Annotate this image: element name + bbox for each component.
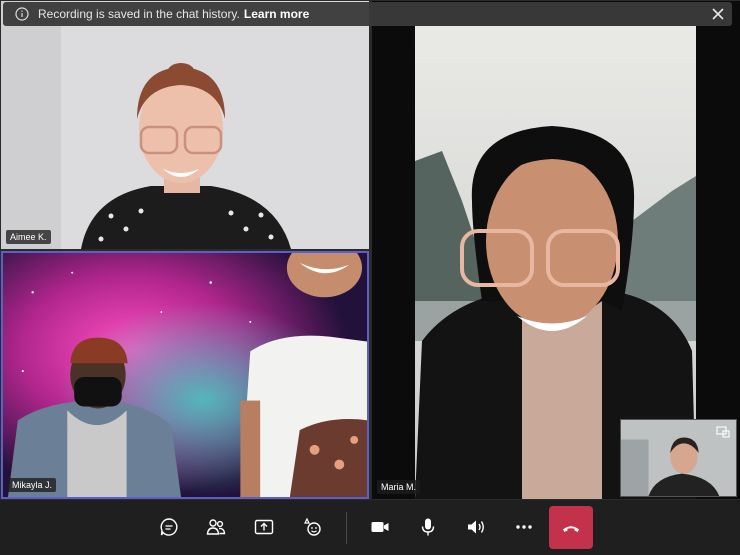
learn-more-link[interactable]: Learn more <box>244 7 309 21</box>
more-options-button[interactable] <box>510 513 538 541</box>
aimee-video-feed <box>1 1 369 249</box>
video-tile-aimee[interactable]: Aimee K. <box>1 1 369 249</box>
participant-name: Aimee K. <box>6 230 51 244</box>
chat-icon <box>160 518 178 536</box>
more-options-icon <box>516 525 532 529</box>
hang-up-icon <box>563 525 579 532</box>
hang-up-button[interactable] <box>549 506 593 549</box>
toolbar-divider <box>346 512 347 544</box>
camera-icon <box>371 522 389 532</box>
call-controls-toolbar <box>0 500 740 555</box>
info-icon <box>15 7 29 21</box>
chat-button[interactable] <box>155 513 183 541</box>
swap-view-icon[interactable] <box>716 426 730 438</box>
banner-message: Recording is saved in the chat history. <box>38 7 240 21</box>
participant-name: Mikayla J. <box>8 478 57 492</box>
reactions-button[interactable] <box>298 513 326 541</box>
speaker-icon <box>468 520 484 534</box>
close-icon[interactable] <box>710 6 726 22</box>
people-button[interactable] <box>202 513 230 541</box>
share-screen-icon <box>254 519 274 535</box>
meeting-stage: Recording is saved in the chat history. … <box>0 0 740 500</box>
recording-notification-banner: Recording is saved in the chat history. … <box>3 2 732 26</box>
self-view-tile[interactable] <box>620 419 737 497</box>
people-icon <box>206 519 226 535</box>
reactions-icon <box>304 517 321 536</box>
video-tile-mikayla[interactable]: Mikayla J. <box>1 251 369 499</box>
participant-name: Maria M. <box>377 480 421 494</box>
microphone-icon <box>421 518 435 536</box>
mikayla-video-feed <box>3 253 367 497</box>
share-screen-button[interactable] <box>250 513 278 541</box>
camera-button[interactable] <box>366 513 394 541</box>
speaker-button[interactable] <box>462 513 490 541</box>
microphone-button[interactable] <box>414 513 442 541</box>
